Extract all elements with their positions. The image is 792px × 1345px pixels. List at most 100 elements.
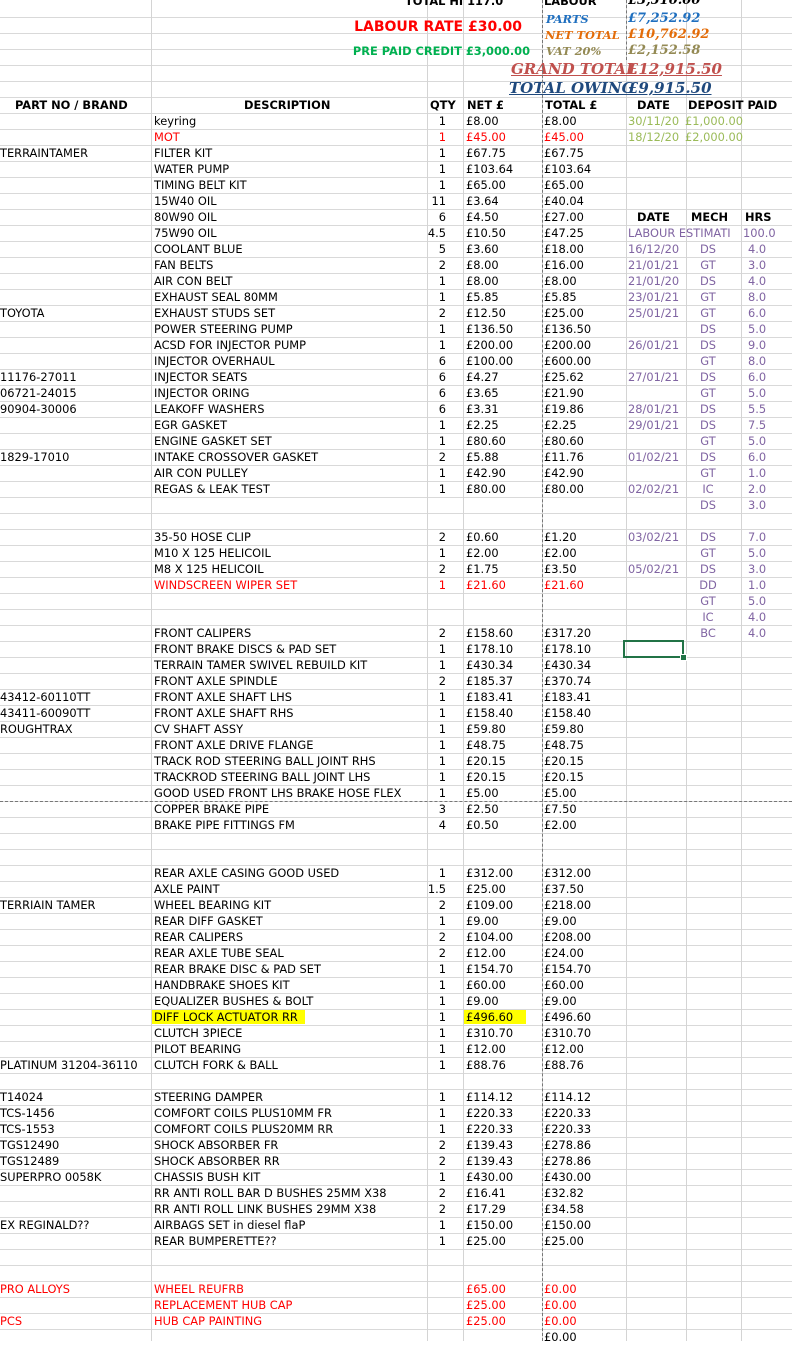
total-price-cell[interactable]: £11.76 bbox=[544, 449, 584, 465]
total-price-cell[interactable]: £40.04 bbox=[544, 193, 584, 209]
qty-cell[interactable] bbox=[424, 497, 446, 513]
total-price-cell[interactable]: £3.50 bbox=[544, 561, 577, 577]
qty-cell[interactable]: 2 bbox=[424, 1153, 446, 1169]
net-price-cell[interactable]: £9.00 bbox=[466, 993, 499, 1009]
part-no-cell[interactable] bbox=[0, 1185, 150, 1201]
labour-hours-cell[interactable]: 4.0 bbox=[748, 273, 766, 289]
qty-cell[interactable]: 3 bbox=[424, 801, 446, 817]
net-price-cell[interactable]: £310.70 bbox=[466, 1025, 513, 1041]
net-price-cell[interactable]: £25.00 bbox=[466, 1313, 506, 1329]
description-cell[interactable]: 80W90 OIL bbox=[154, 209, 426, 225]
part-no-cell[interactable] bbox=[0, 1233, 150, 1249]
qty-cell[interactable]: 1 bbox=[424, 689, 446, 705]
description-cell[interactable]: REAR BUMPERETTE?? bbox=[154, 1233, 426, 1249]
total-price-cell[interactable]: £158.40 bbox=[544, 705, 591, 721]
part-no-cell[interactable] bbox=[0, 961, 150, 977]
qty-cell[interactable]: 1 bbox=[424, 1105, 446, 1121]
total-price-cell[interactable]: £496.60 bbox=[544, 1009, 591, 1025]
part-no-cell[interactable]: ROUGHTRAX bbox=[0, 721, 150, 737]
qty-cell[interactable]: 2 bbox=[424, 305, 446, 321]
qty-cell[interactable]: 1 bbox=[424, 1089, 446, 1105]
part-no-cell[interactable] bbox=[0, 257, 150, 273]
net-price-cell[interactable]: £12.00 bbox=[466, 1041, 506, 1057]
net-price-cell[interactable]: £20.15 bbox=[466, 769, 506, 785]
total-price-cell[interactable]: £430.00 bbox=[544, 1169, 591, 1185]
total-price-cell[interactable]: £25.62 bbox=[544, 369, 584, 385]
qty-cell[interactable]: 1 bbox=[424, 785, 446, 801]
description-cell[interactable]: TIMING BELT KIT bbox=[154, 177, 426, 193]
description-cell[interactable] bbox=[154, 1073, 426, 1089]
description-cell[interactable] bbox=[154, 609, 426, 625]
description-cell[interactable]: EXHAUST STUDS SET bbox=[154, 305, 426, 321]
qty-cell[interactable] bbox=[424, 1281, 446, 1297]
qty-cell[interactable]: 1 bbox=[424, 433, 446, 449]
description-cell[interactable]: AIR CON PULLEY bbox=[154, 465, 426, 481]
total-price-cell[interactable]: £317.20 bbox=[544, 625, 591, 641]
total-price-cell[interactable]: £80.00 bbox=[544, 481, 584, 497]
qty-cell[interactable]: 1 bbox=[424, 1009, 446, 1025]
net-price-cell[interactable]: £21.60 bbox=[466, 577, 506, 593]
part-no-cell[interactable] bbox=[0, 561, 150, 577]
description-cell[interactable]: DIFF LOCK ACTUATOR RR bbox=[154, 1009, 426, 1025]
total-price-cell[interactable]: £45.00 bbox=[544, 129, 584, 145]
total-price-cell[interactable]: £0.00 bbox=[544, 1313, 577, 1329]
net-price-cell[interactable]: £220.33 bbox=[466, 1121, 513, 1137]
labour-hours-cell[interactable]: 7.5 bbox=[748, 417, 766, 433]
labour-date-cell[interactable]: 21/01/21 bbox=[628, 257, 679, 273]
qty-cell[interactable]: 1 bbox=[424, 417, 446, 433]
description-cell[interactable]: MOT bbox=[154, 129, 426, 145]
mechanic-cell[interactable]: GT bbox=[692, 385, 724, 401]
description-cell[interactable]: SHOCK ABSORBER RR bbox=[154, 1153, 426, 1169]
total-price-cell[interactable]: £5.85 bbox=[544, 289, 577, 305]
part-no-cell[interactable]: TGS12489 bbox=[0, 1153, 150, 1169]
labour-hours-cell[interactable]: 3.0 bbox=[748, 561, 766, 577]
qty-cell[interactable] bbox=[424, 593, 446, 609]
part-no-cell[interactable] bbox=[0, 673, 150, 689]
part-no-cell[interactable] bbox=[0, 289, 150, 305]
part-no-cell[interactable] bbox=[0, 353, 150, 369]
labour-hours-cell[interactable]: 6.0 bbox=[748, 449, 766, 465]
description-cell[interactable]: FILTER KIT bbox=[154, 145, 426, 161]
description-cell[interactable]: TERRAIN TAMER SWIVEL REBUILD KIT bbox=[154, 657, 426, 673]
net-price-cell[interactable]: £8.00 bbox=[466, 273, 499, 289]
labour-hours-cell[interactable]: 3.0 bbox=[748, 257, 766, 273]
labour-hours-cell[interactable]: 7.0 bbox=[748, 529, 766, 545]
qty-cell[interactable]: 2 bbox=[424, 673, 446, 689]
qty-cell[interactable] bbox=[424, 1073, 446, 1089]
description-cell[interactable] bbox=[154, 833, 426, 849]
net-price-cell[interactable]: £0.60 bbox=[466, 529, 499, 545]
net-price-cell[interactable]: £139.43 bbox=[466, 1153, 513, 1169]
part-no-cell[interactable] bbox=[0, 177, 150, 193]
net-price-cell[interactable]: £154.70 bbox=[466, 961, 513, 977]
qty-cell[interactable]: 1 bbox=[424, 273, 446, 289]
part-no-cell[interactable] bbox=[0, 417, 150, 433]
net-price-cell[interactable]: £178.10 bbox=[466, 641, 513, 657]
description-cell[interactable] bbox=[154, 1265, 426, 1281]
total-price-cell[interactable]: £178.10 bbox=[544, 641, 591, 657]
total-price-cell[interactable]: £80.60 bbox=[544, 433, 584, 449]
total-price-cell[interactable]: £16.00 bbox=[544, 257, 584, 273]
net-price-cell[interactable]: £150.00 bbox=[466, 1217, 513, 1233]
part-no-cell[interactable] bbox=[0, 1201, 150, 1217]
qty-cell[interactable]: 1 bbox=[424, 1217, 446, 1233]
net-price-cell[interactable]: £17.29 bbox=[466, 1201, 506, 1217]
labour-date-cell[interactable]: 02/02/21 bbox=[628, 481, 679, 497]
mechanic-cell[interactable]: DS bbox=[692, 401, 724, 417]
net-price-cell[interactable]: £20.15 bbox=[466, 753, 506, 769]
total-price-cell[interactable]: £310.70 bbox=[544, 1025, 591, 1041]
description-cell[interactable]: POWER STEERING PUMP bbox=[154, 321, 426, 337]
description-cell[interactable]: REAR DIFF GASKET bbox=[154, 913, 426, 929]
part-no-cell[interactable] bbox=[0, 321, 150, 337]
part-no-cell[interactable] bbox=[0, 865, 150, 881]
net-price-cell[interactable]: £80.00 bbox=[466, 481, 506, 497]
net-price-cell[interactable]: £2.00 bbox=[466, 545, 499, 561]
description-cell[interactable]: INJECTOR ORING bbox=[154, 385, 426, 401]
net-price-cell[interactable]: £0.50 bbox=[466, 817, 499, 833]
labour-date-cell[interactable]: 27/01/21 bbox=[628, 369, 679, 385]
mechanic-cell[interactable]: DS bbox=[692, 273, 724, 289]
net-price-cell[interactable]: £3.64 bbox=[466, 193, 499, 209]
part-no-cell[interactable]: 11176-27011 bbox=[0, 369, 150, 385]
part-no-cell[interactable] bbox=[0, 513, 150, 529]
net-price-cell[interactable]: £109.00 bbox=[466, 897, 513, 913]
description-cell[interactable] bbox=[154, 849, 426, 865]
